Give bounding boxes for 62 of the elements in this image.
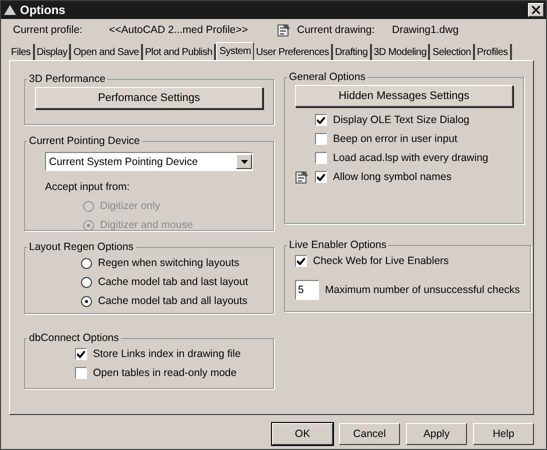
radio-label: Cache model tab and all layouts: [98, 295, 248, 307]
radio-label: Cache model tab and last layout: [98, 276, 248, 288]
dialog-button[interactable]: Cancel: [339, 423, 400, 445]
group-title: Layout Regen Options: [28, 241, 134, 253]
profile-label: Current profile:: [13, 24, 84, 36]
tab[interactable]: Plot and Publish: [142, 44, 216, 60]
checkbox-label: Open tables in read-only mode: [93, 367, 237, 379]
radio-button[interactable]: [81, 258, 92, 268]
number-field[interactable]: 5: [295, 280, 319, 300]
checkbox[interactable]: [75, 367, 87, 379]
close-button[interactable]: [528, 3, 544, 17]
checkbox-label: Allow long symbol names: [333, 171, 452, 183]
pointing-device-dropdown[interactable]: Current System Pointing Device: [45, 152, 253, 171]
checkbox[interactable]: [295, 255, 307, 267]
tab[interactable]: Display: [34, 44, 72, 60]
tab[interactable]: User Preferences: [254, 44, 333, 60]
checkbox[interactable]: [75, 348, 87, 360]
checkbox-label: Check Web for Live Enablers: [313, 255, 449, 267]
tab[interactable]: Open and Save: [71, 44, 143, 60]
checkmark-icon: [317, 116, 325, 124]
checkbox-label: Display OLE Text Size Dialog: [333, 114, 470, 126]
checkbox[interactable]: [315, 152, 327, 164]
settings-button[interactable]: Hidden Messages Settings: [295, 85, 513, 107]
group-title: General Options: [288, 71, 366, 83]
drawing-value: Drawing1.dwg: [392, 24, 459, 36]
radio-label: Digitizer only: [100, 200, 160, 212]
tab[interactable]: Selection: [430, 44, 475, 60]
tab[interactable]: 3D Modeling: [372, 44, 430, 60]
window-title: Options: [20, 3, 66, 17]
tab[interactable]: Drafting: [332, 44, 372, 60]
group-title: 3D Performance: [28, 73, 106, 85]
group-title: dbConnect Options: [28, 332, 120, 344]
checkmark-icon: [77, 350, 85, 358]
group-title: Current Pointing Device: [28, 135, 141, 147]
accept-input-label: Accept input from:: [45, 181, 130, 193]
radio-label: Regen when switching layouts: [98, 257, 240, 269]
checkbox[interactable]: [315, 133, 327, 145]
drawing-file-icon: [277, 23, 291, 37]
checkbox-label: Load acad.lsp with every drawing: [333, 152, 488, 164]
radio-label: Digitizer and mouse: [100, 219, 193, 231]
settings-button[interactable]: Perfomance Settings: [35, 87, 263, 109]
checkbox[interactable]: [315, 114, 327, 126]
radio-button[interactable]: [81, 296, 92, 306]
tab[interactable]: Files: [9, 44, 35, 60]
checkbox-label: Store Links index in drawing file: [93, 348, 241, 360]
radio-button[interactable]: [81, 276, 92, 288]
dialog-button[interactable]: Apply: [406, 423, 467, 445]
dialog-button[interactable]: Help: [473, 423, 534, 445]
checkmark-icon: [297, 258, 305, 264]
dropdown-arrow-icon: [240, 160, 248, 164]
profile-value: <<AutoCAD 2...med Profile>>: [109, 24, 249, 36]
app-icon: [3, 4, 17, 16]
group-title: Live Enabler Options: [288, 239, 388, 251]
checkmark-icon: [317, 174, 325, 180]
dialog-button[interactable]: OK: [272, 423, 333, 445]
close-icon: [532, 6, 540, 14]
drawing-label: Current drawing:: [297, 24, 376, 36]
tab[interactable]: System: [216, 42, 254, 60]
tab[interactable]: Profiles: [474, 44, 512, 60]
field-label: Maximum number of unsuccessful checks: [325, 284, 520, 296]
checkbox[interactable]: [315, 171, 327, 183]
checkbox-label: Beep on error in user input: [333, 133, 458, 145]
